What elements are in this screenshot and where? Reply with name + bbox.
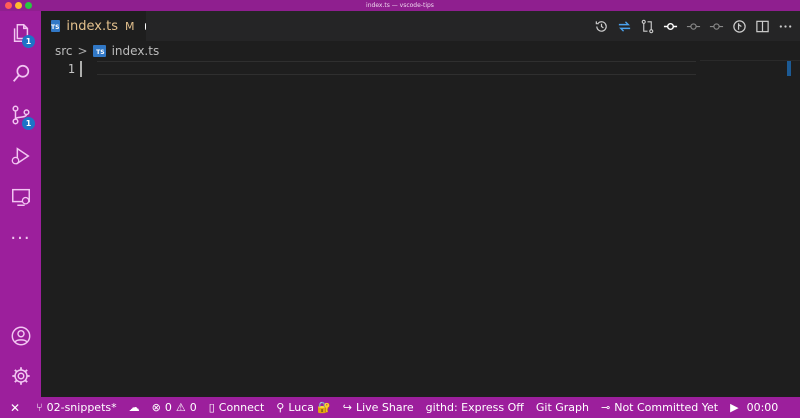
git-branch-icon: ⑂ [36, 401, 43, 414]
emoji-icon: 🔐 [317, 401, 331, 414]
remote-indicator[interactable]: ✕ [0, 397, 30, 418]
branch-name: 02-snippets* [46, 401, 117, 414]
user-name: Luca [288, 401, 315, 414]
search-button[interactable] [0, 54, 41, 94]
git-graph-label: Git Graph [535, 401, 589, 414]
run-debug-button[interactable] [0, 136, 41, 176]
warning-count: 0 [189, 401, 197, 414]
activity-bar: 1 1 ··· [0, 11, 41, 397]
breadcrumb-folder[interactable]: src [55, 44, 73, 58]
play-icon: ▶ [730, 401, 739, 414]
git-commit-icon: ⊸ [601, 401, 611, 414]
breadcrumb-file[interactable]: index.ts [112, 44, 160, 58]
connect-status[interactable]: ▯ Connect [203, 397, 271, 418]
minimap-edge [700, 60, 800, 61]
git-commit-previous-icon [686, 22, 701, 30]
live-share-icon: ↪ [342, 401, 352, 414]
toggle-diff-button[interactable] [613, 11, 636, 41]
line-number: 1 [67, 62, 75, 76]
sync-status[interactable]: ☁ [123, 397, 146, 418]
tab-index-ts[interactable]: TS index.ts M [41, 11, 146, 41]
run-debug-icon [11, 147, 30, 165]
git-commit-next-icon [709, 22, 724, 30]
error-count: 0 [164, 401, 172, 414]
remote-explorer-button[interactable] [0, 177, 41, 217]
history-icon [595, 20, 607, 32]
remote-icon: ✕ [9, 400, 21, 415]
gear-icon [11, 367, 30, 385]
accounts-button[interactable] [0, 316, 41, 356]
connect-label: Connect [218, 401, 265, 414]
blame-label: Not Committed Yet [614, 401, 719, 414]
compare-changes-button[interactable] [636, 11, 659, 41]
git-compare-icon [641, 19, 654, 33]
cloud-upload-icon: ☁ [128, 401, 140, 414]
live-share-status[interactable]: ↪ Live Share [337, 397, 420, 418]
unsaved-dot-icon[interactable] [144, 22, 146, 30]
more-views-button[interactable]: ··· [0, 218, 41, 258]
githd-status[interactable]: githd: Express Off [420, 397, 530, 418]
split-editor-button[interactable] [751, 11, 774, 41]
ellipsis-icon [779, 24, 792, 28]
tab-label: index.ts [66, 18, 118, 34]
source-control-button[interactable]: 1 [0, 95, 41, 135]
minimap-slider[interactable] [787, 61, 791, 76]
git-graph-status[interactable]: Git Graph [530, 397, 595, 418]
error-icon: ⊗ [151, 401, 161, 414]
blame-status[interactable]: ⊸ Not Committed Yet [595, 397, 724, 418]
explorer-button[interactable]: 1 [0, 13, 41, 53]
typescript-file-icon: TS [92, 45, 106, 57]
breadcrumb: src > TS index.ts [41, 41, 641, 61]
current-line-highlight[interactable] [97, 61, 696, 75]
source-control-badge: 1 [22, 117, 35, 130]
account-icon [11, 326, 30, 346]
person-icon: ⚲ [276, 401, 285, 414]
text-cursor [80, 61, 82, 77]
tab-modified-status: M [125, 19, 135, 33]
previous-change-button[interactable] [682, 11, 705, 41]
search-icon [12, 64, 29, 82]
chevron-right-icon: > [77, 44, 88, 58]
more-actions-button[interactable] [774, 11, 797, 41]
sync-icon [618, 20, 631, 32]
database-icon: ▯ [208, 401, 215, 414]
timer-status[interactable]: ▶ 00:00 [724, 397, 784, 418]
manage-button[interactable] [0, 356, 41, 396]
timeline-button[interactable] [590, 11, 613, 41]
title-bar: index.ts — vscode-tips [0, 0, 800, 11]
typescript-file-icon: TS [51, 20, 61, 32]
git-commit-icon [663, 22, 678, 30]
next-change-button[interactable] [705, 11, 728, 41]
window-title: index.ts — vscode-tips [366, 2, 434, 9]
warning-icon: ⚠ [175, 401, 186, 414]
timer-value: 00:00 [746, 401, 779, 414]
remote-explorer-icon [11, 188, 30, 206]
status-bar: ✕ ⑂ 02-snippets* ☁ ⊗ 0 ⚠ 0 ▯ Connect ⚲ L… [0, 397, 800, 418]
branch-status[interactable]: ⑂ 02-snippets* [30, 397, 123, 418]
git-branch-circle-icon [733, 19, 746, 33]
open-changes-button[interactable] [728, 11, 751, 41]
problems-status[interactable]: ⊗ 0 ⚠ 0 [146, 397, 203, 418]
live-share-label: Live Share [355, 401, 414, 414]
editor-actions [590, 11, 800, 41]
split-editor-icon [756, 20, 769, 32]
user-status[interactable]: ⚲ Luca 🔐 [270, 397, 336, 418]
explorer-badge: 1 [22, 35, 35, 48]
git-commit-button[interactable] [659, 11, 682, 41]
githd-label: githd: Express Off [425, 401, 524, 414]
